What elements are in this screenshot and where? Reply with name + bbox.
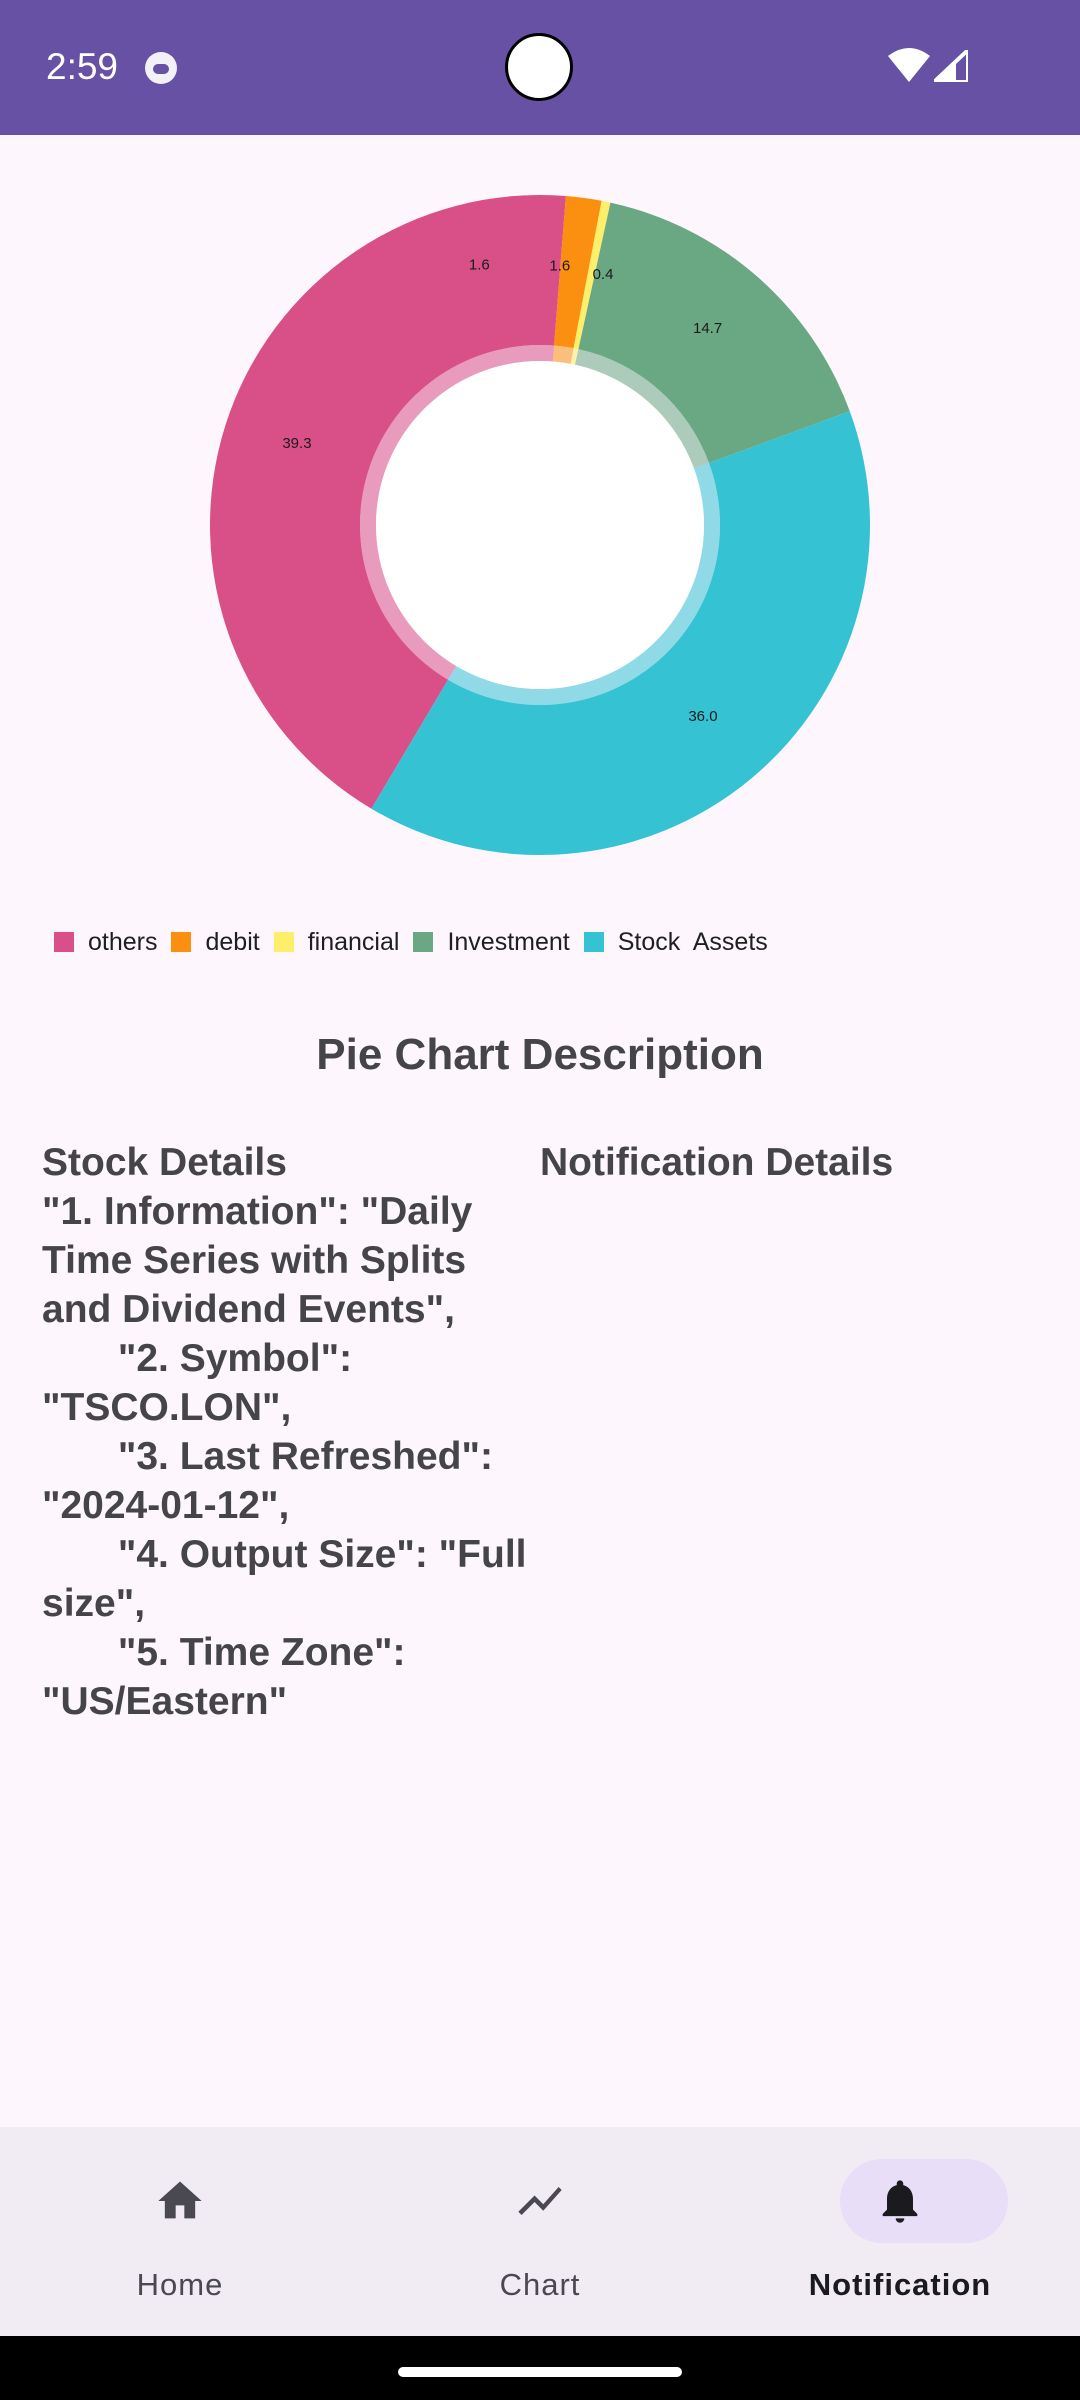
legend-label: Investment — [447, 927, 570, 956]
signal-icon — [934, 50, 968, 82]
donut-hole — [376, 361, 704, 689]
pie-slice-inner-ring — [552, 345, 574, 364]
slice-value-label: 14.7 — [693, 320, 722, 337]
slice-value-label: 0.4 — [593, 266, 614, 283]
legend-swatch — [583, 932, 604, 952]
legend-label: Stock Assets — [617, 927, 768, 956]
nav-item-chart[interactable]: Chart — [360, 2127, 720, 2336]
description-title: Pie Chart Description — [316, 1030, 764, 1079]
pie-chart-svg[interactable]: 39.3 1.6 0.4 14.7 36.0 1.6 — [0, 135, 1080, 895]
slice-value-label: 1.6 — [549, 257, 570, 274]
camera-cutout — [505, 33, 573, 101]
bottom-navigation: Home Chart Notification — [0, 2127, 1080, 2336]
legend-swatch — [54, 932, 74, 952]
legend-item-financial: financial — [273, 927, 400, 957]
legend-label: others — [88, 927, 158, 956]
bell-icon — [882, 2180, 918, 2223]
status-bar: 2:59 — [0, 0, 1080, 135]
legend-item-debit: debit — [171, 927, 260, 957]
nav-item-home[interactable]: Home — [0, 2127, 360, 2336]
legend-label: debit — [205, 927, 260, 956]
nav-label-home: Home — [136, 2267, 224, 2302]
stock-details-text: Stock Details "1. Information": "Daily T… — [42, 1141, 527, 1723]
legend-item-investment: Investment — [413, 927, 570, 957]
status-time: 2:59 — [46, 46, 119, 87]
legend-label: financial — [307, 927, 400, 956]
app-notification-icon — [145, 52, 177, 84]
slice-value-label: 1.6 — [469, 256, 490, 273]
nav-label-chart: Chart — [499, 2267, 581, 2302]
chart-legend: others debit financial Investment Stock … — [54, 922, 782, 962]
legend-item-others: others — [54, 928, 157, 957]
chart-icon — [518, 2186, 562, 2216]
legend-swatch — [171, 932, 192, 952]
legend-item-stock-assets: Stock Assets — [583, 927, 768, 957]
wifi-icon — [888, 48, 930, 82]
slice-value-label: 36.0 — [688, 708, 717, 725]
pie-chart[interactable]: 39.3 1.6 0.4 14.7 36.0 1.6 — [0, 135, 1080, 895]
legend-swatch — [413, 932, 434, 952]
slice-value-label: 39.3 — [282, 435, 311, 452]
gesture-handle[interactable] — [398, 2367, 682, 2377]
legend-swatch — [273, 932, 294, 952]
home-icon — [158, 2181, 202, 2219]
nav-label-notification: Notification — [808, 2267, 992, 2302]
notification-details-heading: Notification Details — [540, 1141, 894, 1184]
nav-item-notification[interactable]: Notification — [720, 2127, 1080, 2336]
